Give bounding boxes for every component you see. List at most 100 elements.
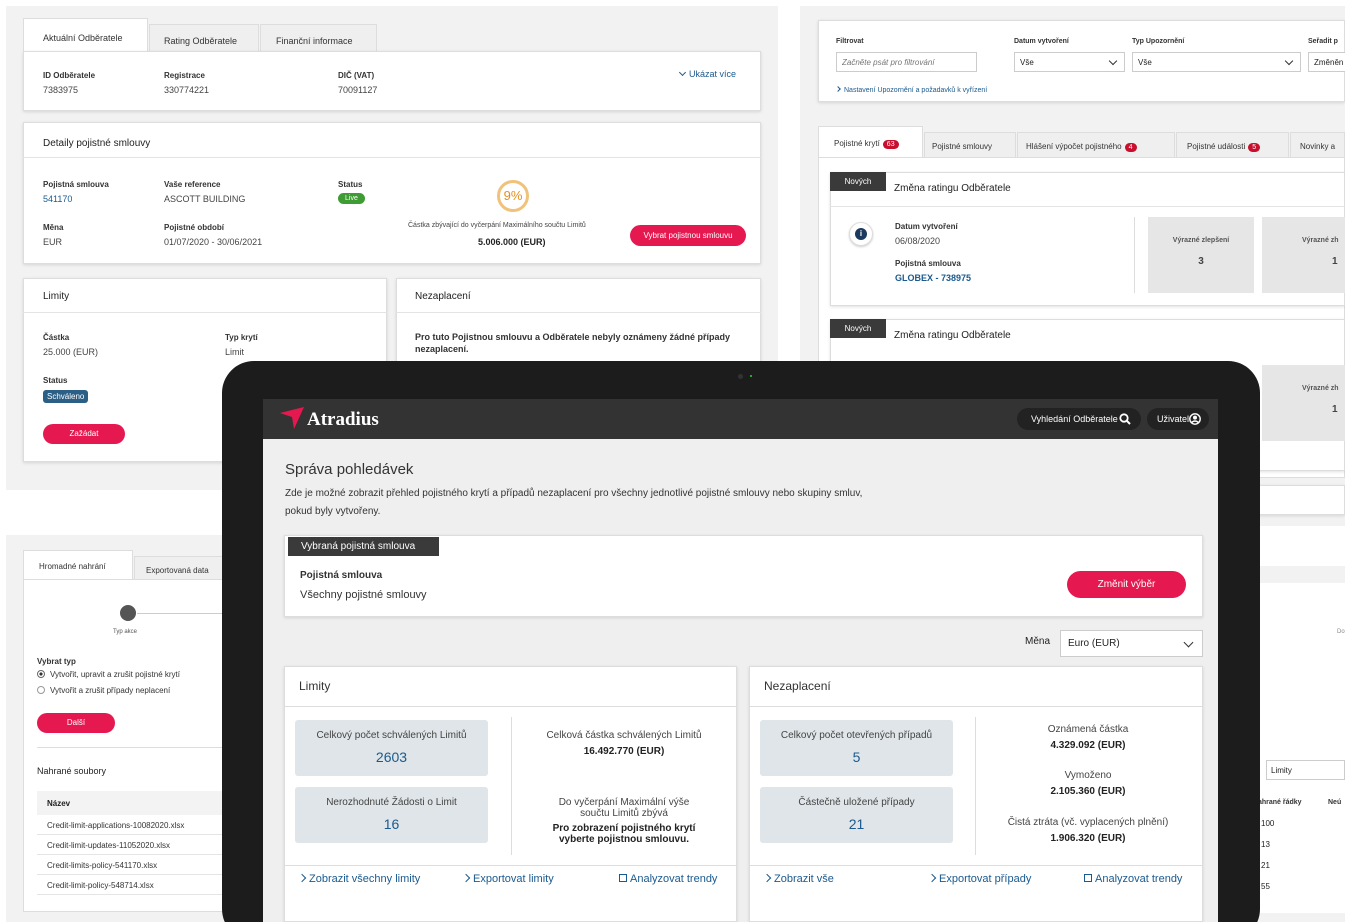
nonpayment-title: Nezaplacení [764, 679, 831, 693]
table-row[interactable]: Credit-limit-applications-10082020.xlsx [37, 815, 222, 835]
partial-cases-label: Částečně uložené případy [798, 797, 915, 808]
tab-policies-label: Pojistné smlouvy [932, 142, 993, 151]
tab-news[interactable]: Novinky a [1290, 132, 1345, 158]
tab-exported-data[interactable]: Exportovaná data [134, 556, 234, 580]
divider [750, 865, 1202, 866]
table-row[interactable]: Credit-limit-updates-11052020.xlsx [37, 835, 222, 855]
sort-select[interactable]: Změněn [1308, 52, 1345, 72]
limits-small-title: Limity [43, 291, 70, 302]
step-indicator [120, 605, 136, 621]
files-table-header: Název [37, 791, 222, 815]
tab-premium-reports[interactable]: Hlášení výpočet pojistného 4 [1017, 132, 1175, 158]
currency-select[interactable]: Euro (EUR) [1060, 630, 1203, 657]
tab-financial-info[interactable]: Finanční informace [260, 24, 377, 52]
radio-unchecked-icon [37, 686, 45, 694]
count-badge: 63 [882, 140, 899, 149]
improvement-label: Výrazné zlepšení [1172, 237, 1230, 244]
new-tag: Nových [830, 319, 886, 338]
pending-requests-box: Nerozhodnuté Žádosti o Limit 16 [295, 787, 488, 843]
open-cases-label: Celkový počet otevřených případů [780, 730, 933, 741]
analyze-trends-link[interactable]: Analyzovat trendy [619, 873, 717, 885]
show-more-link[interactable]: Ukázat více [678, 68, 736, 79]
show-all-cases-link[interactable]: Zobrazit vše [762, 873, 834, 885]
divider [396, 312, 761, 313]
show-all-limits-link[interactable]: Zobrazit všechny limity [297, 873, 420, 885]
divider [23, 312, 387, 313]
user-icon [1189, 413, 1201, 425]
show-all-cases-label: Zobrazit vše [774, 873, 834, 885]
date-created-select[interactable]: Vše [1014, 52, 1125, 72]
max-remaining-value: Pro zobrazení pojistného krytí vyberte p… [552, 823, 696, 845]
amount-value: 25.000 (EUR) [43, 347, 99, 357]
cover-type-value: Limit [225, 347, 245, 357]
tab-cover[interactable]: Pojistné krytí 63 [818, 126, 923, 158]
table-row[interactable]: Credit-limits-policy-541170.xlsx [37, 855, 222, 875]
notification-type-select[interactable]: Vše [1132, 52, 1301, 72]
remaining-value: 5.006.000 (EUR) [478, 237, 546, 247]
option-nonpayment-radio[interactable]: Vytvořit a zrušit případy neplacení [37, 686, 170, 695]
analyze-trends-link[interactable]: Analyzovat trendy [1084, 873, 1182, 885]
analyze-trends-label: Analyzovat trendy [630, 873, 718, 885]
page-title: Správa pohledávek [285, 461, 414, 478]
change-selection-button[interactable]: Změnit výběr [1067, 571, 1186, 598]
notif-policy-link[interactable]: GLOBEX - 738975 [895, 273, 971, 283]
step-line [137, 613, 222, 614]
filter-input[interactable] [836, 52, 977, 72]
deterioration-box: Výrazné zh 1 [1262, 217, 1345, 293]
currency-select-value: Euro (EUR) [1068, 638, 1120, 649]
remaining-label: Částka zbývající do vyčerpání Maximálníh… [408, 222, 586, 229]
table-row[interactable]: Credit-limit-policy-548714.xlsx [37, 875, 222, 895]
registration-value: 330774221 [164, 85, 210, 95]
notification-settings-link[interactable]: Nastavení Upozornění a požadavků k vyříz… [835, 86, 987, 94]
step-label: Typ akce [113, 629, 138, 635]
customer-search-button[interactable]: Vyhledání Odběratele [1017, 408, 1141, 430]
tab-customer-rating[interactable]: Rating Odběratele [149, 24, 259, 52]
customer-id-label: ID Odběratele [43, 71, 96, 80]
page-intro: Zde je možné zobrazit přehled pojistného… [285, 488, 863, 517]
type-select[interactable]: Limity [1266, 760, 1345, 780]
tab-current-customer[interactable]: Aktuální Odběratele [23, 18, 148, 52]
option-cover-radio[interactable]: Vytvořit, upravit a zrušit pojistné kryt… [37, 670, 180, 679]
registration-label: Registrace [164, 71, 205, 80]
notification-type-value: Vše [1138, 58, 1152, 67]
count-badge: 5 [1248, 143, 1261, 152]
period-value: 01/07/2020 - 30/06/2021 [164, 237, 263, 247]
max-remaining-label: Do vyčerpání Maximální výše součtu Limit… [558, 797, 690, 819]
tab-premium-reports-label: Hlášení výpočet pojistného [1026, 142, 1122, 151]
tab-bulk-upload[interactable]: Hromadné nahrání [23, 550, 133, 580]
request-button[interactable]: Zažádat [43, 424, 125, 444]
notif-date-value: 06/08/2020 [895, 236, 941, 246]
policy-number-link[interactable]: 541170 [43, 194, 72, 204]
user-menu-button[interactable]: Uživatel [1147, 408, 1209, 430]
net-loss-label: Čistá ztráta (vč. vyplacených plnění) [1007, 817, 1169, 828]
chevron-right-icon [461, 873, 471, 883]
chevron-right-icon [762, 873, 772, 883]
option-cover-label: Vytvořit, upravit a zrušit pojistné kryt… [50, 670, 180, 679]
limits-title: Limity [299, 679, 331, 693]
pending-value: 16 [383, 816, 400, 832]
recovered-label: Vymoženo [1064, 770, 1112, 781]
export-limits-link[interactable]: Exportovat limity [461, 873, 554, 885]
select-policy-button[interactable]: Vybrat pojistnou smlouvu [630, 225, 746, 246]
step-label: Do [1337, 629, 1345, 635]
divider [511, 717, 512, 855]
search-icon [1119, 413, 1131, 425]
policy-label: Pojistná smlouva [43, 180, 109, 189]
export-cases-link[interactable]: Exportovat případy [927, 873, 1031, 885]
row-count: 21 [1261, 861, 1270, 870]
sort-label: Seřadit p [1308, 38, 1338, 45]
tab-claims[interactable]: Pojistné události 5 [1176, 132, 1289, 158]
usage-gauge: 9% [497, 180, 529, 212]
limit-status-label: Status [43, 376, 68, 385]
open-cases-value: 5 [852, 749, 861, 765]
tab-policies[interactable]: Pojistné smlouvy [924, 132, 1016, 158]
approved-count-label: Celkový počet schválených Limitů [316, 730, 467, 741]
camera-light [750, 375, 752, 377]
selected-policy-value: Všechny pojistné smlouvy [300, 589, 427, 601]
next-button[interactable]: Další [37, 713, 115, 733]
date-created-value: Vše [1020, 58, 1034, 67]
divider [1134, 217, 1135, 293]
vat-label: DIČ (VAT) [338, 71, 375, 80]
chevron-right-icon [927, 873, 937, 883]
currency-label: Měna [43, 223, 64, 232]
